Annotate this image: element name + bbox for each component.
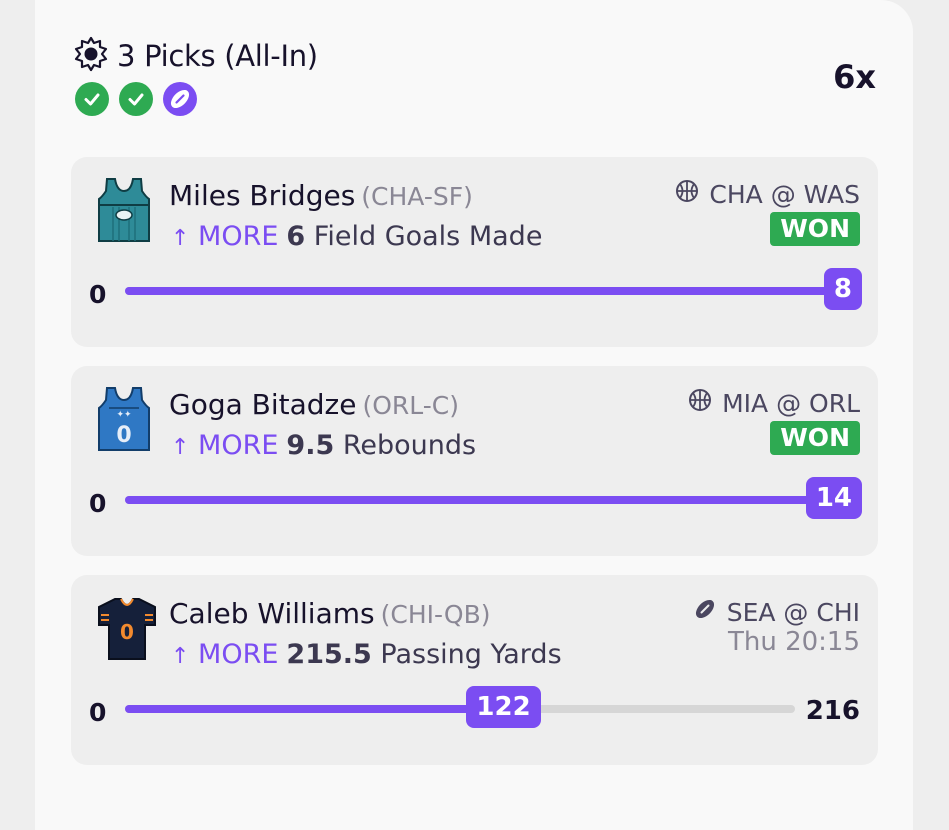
- player-name: Miles Bridges: [169, 179, 356, 212]
- bar-min-label: 0: [89, 489, 107, 518]
- matchup: MIA @ ORL: [722, 388, 860, 418]
- jersey-icon: [97, 177, 151, 243]
- game-info: MIA @ ORL: [688, 388, 860, 418]
- check-icon: [75, 82, 109, 116]
- game-info: SEA @ CHI: [693, 597, 860, 627]
- bar-min-label: 0: [89, 698, 107, 727]
- player-position: (CHI-QB): [380, 600, 491, 629]
- progress-track: 14: [125, 477, 862, 519]
- jersey-icon: ✦✦ 0: [97, 386, 151, 452]
- football-icon: [163, 82, 197, 116]
- progress-fill: [125, 287, 860, 295]
- game-info: CHA @ WAS: [675, 179, 860, 209]
- player-name-row: Miles Bridges (CHA-SF): [169, 179, 473, 212]
- check-icon: [119, 82, 153, 116]
- projection-line: 6: [286, 221, 306, 252]
- player-name: Caleb Williams: [169, 597, 375, 630]
- entry-card: 3 Picks (All-In) 6x Miles Bridges (CHA-SF…: [35, 0, 913, 830]
- arrow-up-icon: ↑: [171, 226, 190, 251]
- gear-badge-icon: [73, 36, 109, 76]
- svg-text:0: 0: [120, 620, 134, 644]
- player-position: (CHA-SF): [361, 182, 473, 211]
- pick-direction: MORE: [198, 639, 279, 670]
- current-value-badge: 122: [466, 686, 541, 728]
- projection-line: 215.5: [286, 639, 372, 670]
- player-position: (ORL-C): [362, 391, 460, 420]
- projection: ↑ MORE 215.5 Passing Yards: [171, 639, 562, 670]
- game-time: Thu 20:15: [727, 627, 860, 657]
- matchup: SEA @ CHI: [726, 597, 860, 627]
- projection-line: 9.5: [286, 430, 335, 461]
- pick-card[interactable]: ✦✦ 0 Goga Bitadze (ORL-C) ↑ MORE 9.5 Rebou…: [71, 366, 878, 556]
- pick-direction: MORE: [198, 221, 279, 252]
- result-badge: WON: [770, 421, 860, 455]
- pick-card[interactable]: Miles Bridges (CHA-SF) ↑ MORE 6 Field Goal…: [71, 157, 878, 347]
- stat-type: Passing Yards: [380, 639, 562, 670]
- current-value-badge: 8: [823, 268, 862, 310]
- progress-fill: [125, 705, 504, 713]
- jersey-icon: 0: [97, 595, 156, 661]
- pick-status-icons: [75, 82, 197, 116]
- pick-direction: MORE: [198, 430, 279, 461]
- result-badge: WON: [770, 212, 860, 246]
- bar-min-label: 0: [89, 280, 107, 309]
- stat-type: Field Goals Made: [313, 221, 543, 252]
- payout-multiplier: 6x: [833, 58, 876, 96]
- matchup: CHA @ WAS: [709, 179, 860, 209]
- svg-text:✦✦: ✦✦: [116, 410, 132, 420]
- svg-text:0: 0: [116, 423, 131, 448]
- player-name-row: Caleb Williams (CHI-QB): [169, 597, 491, 630]
- entry-title: 3 Picks (All-In): [117, 39, 318, 73]
- basketball-icon: [688, 388, 712, 418]
- stat-type: Rebounds: [342, 430, 477, 461]
- entry-header: 3 Picks (All-In): [73, 36, 318, 76]
- pick-card[interactable]: 0 Caleb Williams (CHI-QB) ↑ MORE 215.5 Pas…: [71, 575, 878, 765]
- player-name: Goga Bitadze: [169, 388, 357, 421]
- player-name-row: Goga Bitadze (ORL-C): [169, 388, 459, 421]
- projection: ↑ MORE 6 Field Goals Made: [171, 221, 542, 252]
- progress-track: 8: [125, 268, 862, 310]
- current-value-badge: 14: [805, 477, 862, 519]
- football-icon: [693, 597, 717, 627]
- bar-max-label: 216: [805, 696, 860, 726]
- arrow-up-icon: ↑: [171, 435, 190, 460]
- progress-track: 122: [125, 686, 795, 728]
- basketball-icon: [675, 179, 699, 209]
- arrow-up-icon: ↑: [171, 644, 190, 669]
- progress-fill: [125, 496, 860, 504]
- projection: ↑ MORE 9.5 Rebounds: [171, 430, 476, 461]
